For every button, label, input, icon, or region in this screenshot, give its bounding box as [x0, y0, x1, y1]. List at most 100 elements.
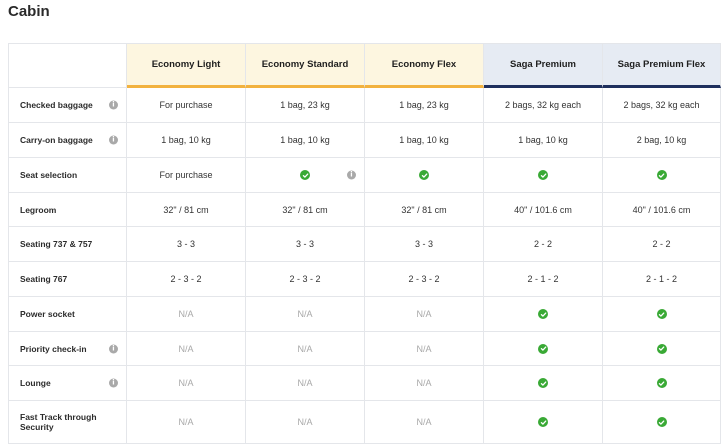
cell-value: 32" / 81 cm — [282, 204, 328, 215]
cell-value: N/A — [178, 417, 194, 427]
table-cell: N/A — [246, 332, 365, 366]
table-cell — [484, 401, 603, 444]
table-cell: N/A — [127, 297, 246, 332]
table-cell: N/A — [365, 297, 484, 332]
info-icon[interactable]: i — [109, 344, 118, 353]
table-cell: N/A — [127, 332, 246, 366]
cell-value: N/A — [416, 343, 432, 354]
table-cell — [484, 332, 603, 366]
cell-value: 40" / 101.6 cm — [514, 204, 572, 215]
check-icon — [300, 170, 310, 180]
cell-value: 2 bag, 10 kg — [636, 135, 687, 145]
table-cell — [484, 158, 603, 193]
check-icon — [538, 170, 548, 180]
info-icon[interactable]: i — [109, 100, 118, 110]
table-cell: 1 bag, 23 kg — [246, 88, 365, 123]
table-cell — [365, 158, 484, 193]
row-label: Fast Track through Security — [8, 401, 127, 444]
column-header: Economy Light — [127, 43, 246, 88]
table-cell — [603, 366, 721, 401]
cell-value: N/A — [416, 378, 432, 388]
table-cell: 1 bag, 23 kg — [365, 88, 484, 123]
cell-value: 2 bags, 32 kg each — [504, 100, 582, 110]
cell-value: N/A — [178, 343, 194, 354]
cell-value: 1 bag, 10 kg — [518, 135, 568, 145]
table-cell: 1 bag, 10 kg — [365, 123, 484, 158]
table-cell: 32" / 81 cm — [246, 193, 365, 227]
cell-value: N/A — [416, 309, 432, 319]
column-header: Economy Standard — [246, 43, 365, 88]
table-cell: 2 bag, 10 kg — [603, 123, 721, 158]
table-cell: 2 - 3 - 2 — [246, 262, 365, 297]
row-label-text: Seat selection — [20, 170, 78, 180]
cell-value: N/A — [297, 309, 313, 319]
cell-value: 2 - 3 - 2 — [289, 274, 321, 284]
cell-value: 3 - 3 — [295, 239, 314, 249]
row-label: Lounge i — [8, 366, 127, 401]
table-cell: 1 bag, 10 kg — [246, 123, 365, 158]
row-label: Seating 767 — [8, 262, 127, 297]
table-cell: 1 bag, 10 kg — [127, 123, 246, 158]
row-label-text: Seating 737 & 757 — [20, 239, 93, 249]
info-icon[interactable]: i — [109, 135, 118, 145]
table-cell: i — [246, 158, 365, 193]
table-cell — [603, 401, 721, 444]
table-cell: N/A — [365, 332, 484, 366]
table-cell: N/A — [365, 401, 484, 444]
row-label-text: Seating 767 — [20, 274, 68, 284]
cell-value: 1 bag, 10 kg — [161, 135, 211, 145]
table-cell: 40" / 101.6 cm — [484, 193, 603, 227]
row-label-text: Checked baggage — [20, 100, 93, 110]
table-cell: 3 - 3 — [365, 227, 484, 262]
info-icon[interactable]: i — [347, 170, 356, 180]
row-label-text: Priority check-in — [20, 343, 87, 354]
info-icon[interactable]: i — [109, 378, 118, 388]
table-cell: 32" / 81 cm — [365, 193, 484, 227]
cell-value: 2 bags, 32 kg each — [623, 100, 700, 110]
table-cell: 2 bags, 32 kg each — [484, 88, 603, 123]
row-label: Legroom — [8, 193, 127, 227]
page-title: Cabin — [8, 3, 50, 20]
column-header: Saga Premium Flex — [603, 43, 721, 88]
column-header: Saga Premium — [484, 43, 603, 88]
check-icon — [538, 343, 548, 354]
table-cell: For purchase — [127, 88, 246, 123]
table-cell: 32" / 81 cm — [127, 193, 246, 227]
table-cell: N/A — [246, 401, 365, 444]
row-label-text: Legroom — [20, 204, 57, 215]
cell-value: 2 - 3 - 2 — [408, 274, 440, 284]
row-label-text: Fast Track through Security — [20, 412, 97, 432]
row-label: Power socket — [8, 297, 127, 332]
cell-value: N/A — [178, 378, 194, 388]
cell-value: 1 bag, 10 kg — [399, 135, 449, 145]
cell-value: N/A — [297, 343, 313, 354]
cell-value: N/A — [297, 417, 313, 427]
row-label: Seat selection — [8, 158, 127, 193]
row-label: Seating 737 & 757 — [8, 227, 127, 262]
cell-value: 2 - 2 — [652, 239, 671, 249]
check-icon — [538, 417, 548, 427]
cell-value: 3 - 3 — [176, 239, 195, 249]
check-icon — [656, 417, 667, 427]
row-label: Checked baggage i — [8, 88, 127, 123]
cabin-comparison-table: Economy Light Economy Standard Economy Fle… — [8, 43, 721, 444]
table-cell: 2 - 1 - 2 — [484, 262, 603, 297]
cell-value: 40" / 101.6 cm — [632, 204, 691, 215]
row-label-text: Carry-on baggage — [20, 135, 93, 145]
row-label-text: Lounge — [20, 378, 51, 388]
column-header: Economy Flex — [365, 43, 484, 88]
cell-value: N/A — [416, 417, 432, 427]
table-cell: 2 bags, 32 kg each — [603, 88, 721, 123]
table-cell: For purchase — [127, 158, 246, 193]
table-cell: 2 - 2 — [484, 227, 603, 262]
table-cell — [484, 366, 603, 401]
cell-value: 1 bag, 10 kg — [280, 135, 330, 145]
table-cell: 2 - 3 - 2 — [127, 262, 246, 297]
table-cell: N/A — [365, 366, 484, 401]
check-icon — [656, 378, 667, 388]
table-cell: N/A — [127, 401, 246, 444]
cell-value: 2 - 2 — [533, 239, 552, 249]
row-label: Priority check-in i — [8, 332, 127, 366]
row-label-text: Power socket — [20, 309, 75, 319]
cell-value: For purchase — [159, 100, 213, 110]
